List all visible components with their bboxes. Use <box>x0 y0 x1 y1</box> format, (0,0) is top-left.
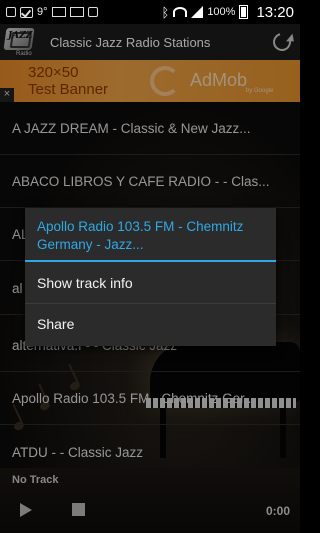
show-track-info-item[interactable]: Show track info <box>25 262 276 303</box>
status-bar: 9° ᛒ 100% 13:20 <box>0 0 300 24</box>
signal-icon <box>191 6 204 18</box>
play-icon[interactable] <box>20 503 32 517</box>
ad-brand: AdMob <box>190 70 248 90</box>
station-item[interactable]: Apollo Radio 103.5 FM - Chemnitz Ger... <box>0 372 300 425</box>
ad-label: Test Banner <box>28 81 109 98</box>
refresh-icon <box>269 29 295 55</box>
mail-icon <box>51 7 66 17</box>
station-item[interactable]: ATDU - - Classic Jazz <box>0 426 300 468</box>
context-menu: Apollo Radio 103.5 FM - Chemnitz Germany… <box>25 208 276 346</box>
logo-subtext: Radio <box>16 51 32 57</box>
gmail-icon <box>69 7 84 17</box>
facebook-icon <box>6 7 16 17</box>
system-icons: ᛒ 100% 13:20 <box>162 4 295 21</box>
stop-icon[interactable] <box>72 503 85 516</box>
ad-banner[interactable]: 320×50 Test Banner AdMob by Google × <box>0 60 300 102</box>
wifi-icon <box>173 7 188 17</box>
battery-icon <box>239 5 249 19</box>
track-label: No Track <box>12 474 59 486</box>
check-icon <box>20 6 33 18</box>
player-bar: No Track 0:00 <box>0 468 300 533</box>
context-menu-title: Apollo Radio 103.5 FM - Chemnitz Germany… <box>25 208 276 262</box>
refresh-button[interactable] <box>264 24 300 60</box>
station-item[interactable]: ABACO LIBROS Y CAFE RADIO - - Clas... <box>0 155 300 208</box>
logo-text: JAZZ <box>8 31 33 41</box>
ad-size-text: 320×50 <box>28 64 79 81</box>
clock: 13:20 <box>256 3 294 21</box>
station-name: ATDU - - Classic Jazz <box>12 444 144 460</box>
page-title: Classic Jazz Radio Stations <box>50 34 211 50</box>
bluetooth-icon: ᛒ <box>161 4 170 20</box>
notification-icons: 9° <box>6 6 98 18</box>
station-name: Apollo Radio 103.5 FM - Chemnitz Ger... <box>12 390 256 406</box>
ad-close-button[interactable]: × <box>0 88 14 102</box>
calendar-icon <box>87 7 98 17</box>
battery-percent: 100% <box>207 6 236 18</box>
admob-logo-icon <box>150 66 180 96</box>
station-item[interactable]: A JAZZ DREAM - Classic & New Jazz... <box>0 102 300 155</box>
share-item[interactable]: Share <box>25 303 276 344</box>
ad-by-google: by Google <box>246 88 274 94</box>
station-name: ABACO LIBROS Y CAFE RADIO - - Clas... <box>12 173 270 189</box>
app-logo[interactable]: JAZZ Radio <box>2 26 40 58</box>
temperature-label: 9° <box>37 6 48 18</box>
station-name: al <box>12 280 23 296</box>
action-bar: JAZZ Radio Classic Jazz Radio Stations <box>0 24 300 60</box>
elapsed-time: 0:00 <box>265 504 290 518</box>
station-name: A JAZZ DREAM - Classic & New Jazz... <box>12 120 251 136</box>
